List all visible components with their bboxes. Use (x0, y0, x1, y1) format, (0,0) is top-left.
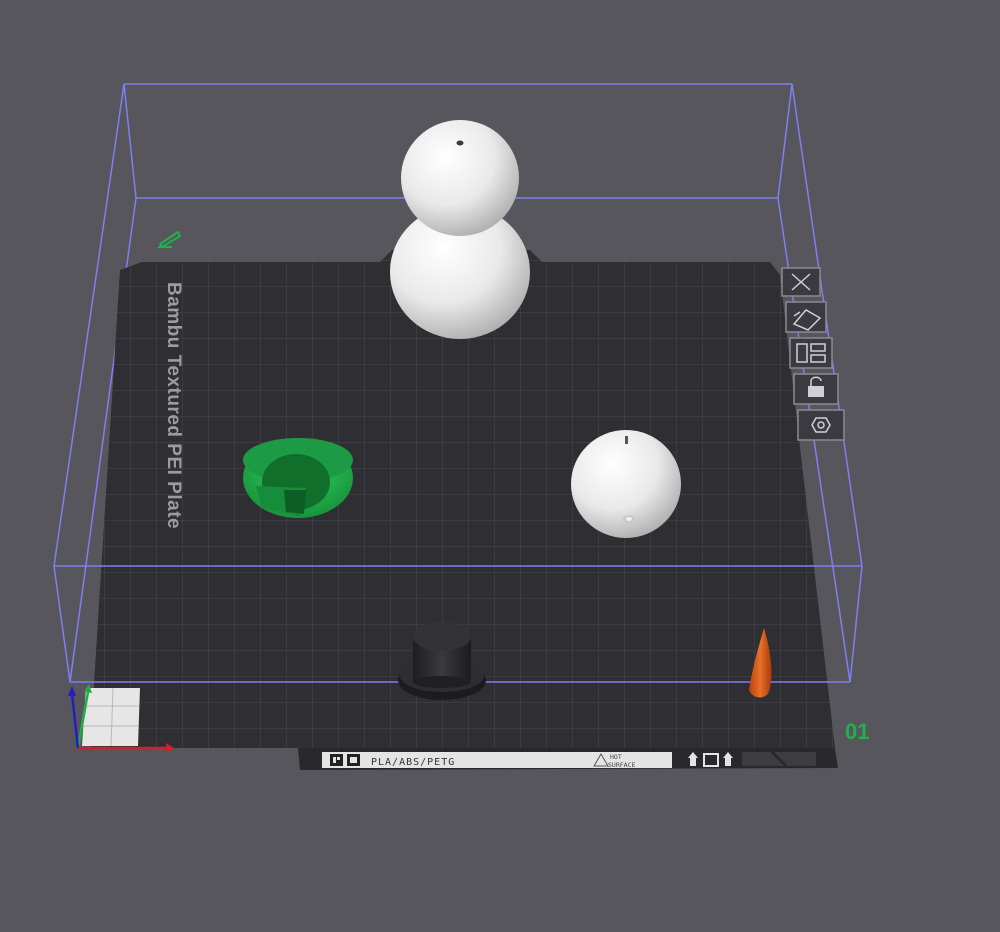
origin-corner-tile (82, 687, 140, 747)
3d-viewport[interactable]: Bambu Textured PEI Plate 01 PLA/ABS/PETG… (0, 0, 1000, 927)
surface-label: SURFACE (608, 761, 635, 769)
plate-number: 01 (845, 719, 869, 744)
arrange-button[interactable] (789, 337, 833, 369)
snowman-ball[interactable] (571, 430, 681, 538)
snowman-head[interactable] (401, 120, 519, 236)
plate-settings-button[interactable] (797, 409, 845, 441)
edit-plate-name-icon[interactable] (158, 230, 182, 249)
plate-brand-text: Bambu Textured PEI Plate (163, 282, 184, 529)
hot-label: HOT (610, 753, 622, 761)
green-scarf-ring[interactable] (243, 438, 353, 518)
auto-orient-button[interactable] (785, 301, 827, 333)
materials-label: PLA/ABS/PETG (371, 757, 455, 768)
lock-plate-button[interactable] (793, 373, 839, 405)
close-plate-button[interactable] (781, 267, 821, 297)
